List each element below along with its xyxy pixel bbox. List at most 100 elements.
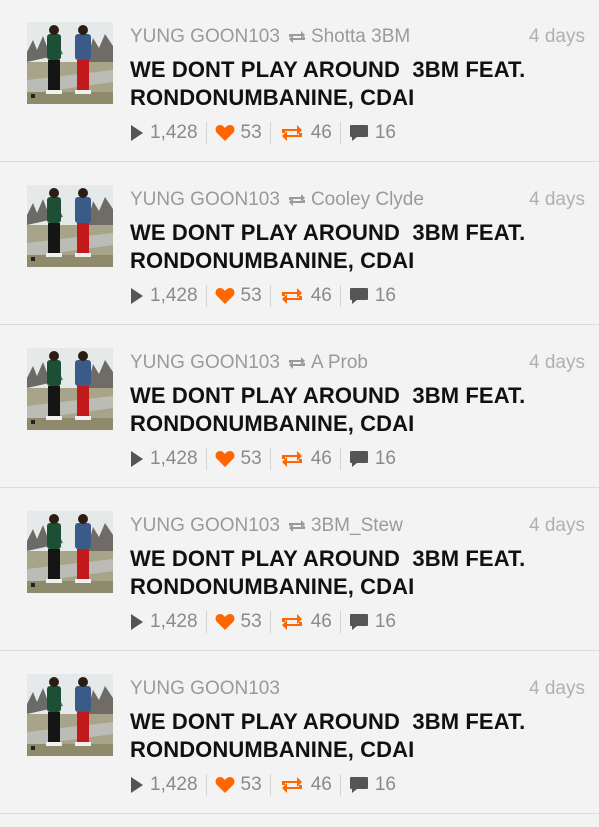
divider <box>269 285 271 307</box>
repost-icon <box>286 518 308 540</box>
divider <box>205 774 207 796</box>
repost-icon <box>279 612 305 632</box>
track-stats: 1,428 53 46 16 <box>130 121 396 145</box>
plays-count: 1,428 <box>150 285 198 306</box>
reposts-count: 46 <box>310 285 332 306</box>
track-artwork[interactable] <box>27 674 113 756</box>
repost-icon <box>279 286 305 306</box>
reposter-name[interactable]: A Prob <box>311 352 368 373</box>
plays-count: 1,428 <box>150 448 198 469</box>
post-time: 4 days <box>529 189 585 210</box>
likes-count: 53 <box>240 122 262 143</box>
track-title[interactable]: WE DONT PLAY AROUND 3BM FEAT. RONDONUMBA… <box>130 382 580 438</box>
track-title[interactable]: WE DONT PLAY AROUND 3BM FEAT. RONDONUMBA… <box>130 708 580 764</box>
divider <box>205 611 207 633</box>
track-title[interactable]: WE DONT PLAY AROUND 3BM FEAT. RONDONUMBA… <box>130 56 580 112</box>
reposts-stat[interactable]: 46 <box>279 122 332 144</box>
divider <box>339 448 341 470</box>
track-artwork[interactable] <box>27 185 113 267</box>
heart-icon <box>215 613 235 631</box>
track-artwork[interactable] <box>27 348 113 430</box>
likes-stat[interactable]: 53 <box>215 774 262 796</box>
uploader-name[interactable]: YUNG GOON103 <box>130 26 280 47</box>
comments-stat[interactable]: 16 <box>349 122 396 144</box>
comments-count: 16 <box>374 285 396 306</box>
comment-icon <box>349 124 369 142</box>
comments-count: 16 <box>374 774 396 795</box>
track-artwork[interactable] <box>27 511 113 593</box>
likes-stat[interactable]: 53 <box>215 448 262 470</box>
repost-icon <box>279 123 305 143</box>
divider <box>339 774 341 796</box>
track-meta: YUNG GOON103 Cooley Clyde 4 days <box>130 189 585 215</box>
feed-item[interactable]: YUNG GOON103 Cooley Clyde 4 days WE DONT PL… <box>0 163 599 325</box>
track-meta: YUNG GOON103 4 days <box>130 678 585 704</box>
track-title[interactable]: WE DONT PLAY AROUND 3BM FEAT. RONDONUMBA… <box>130 219 580 275</box>
reposts-stat[interactable]: 46 <box>279 774 332 796</box>
uploader-name[interactable]: YUNG GOON103 <box>130 515 280 536</box>
comment-icon <box>349 287 369 305</box>
post-time: 4 days <box>529 515 585 536</box>
divider <box>269 122 271 144</box>
track-meta: YUNG GOON103 Shotta 3BM 4 days <box>130 26 585 52</box>
comments-stat[interactable]: 16 <box>349 774 396 796</box>
divider <box>269 611 271 633</box>
comments-stat[interactable]: 16 <box>349 448 396 470</box>
track-meta: YUNG GOON103 A Prob 4 days <box>130 352 585 378</box>
track-artwork[interactable] <box>27 22 113 104</box>
reposts-stat[interactable]: 46 <box>279 285 332 307</box>
divider <box>205 122 207 144</box>
track-stats: 1,428 53 46 16 <box>130 610 396 634</box>
reposter-name[interactable]: Shotta 3BM <box>311 26 410 47</box>
play-icon <box>130 613 144 631</box>
feed-item[interactable]: YUNG GOON103 3BM_Stew 4 days WE DONT PLAY A… <box>0 489 599 651</box>
heart-icon <box>215 287 235 305</box>
comments-stat[interactable]: 16 <box>349 611 396 633</box>
heart-icon <box>215 776 235 794</box>
plays-count: 1,428 <box>150 611 198 632</box>
likes-count: 53 <box>240 448 262 469</box>
repost-icon <box>279 449 305 469</box>
post-time: 4 days <box>529 26 585 47</box>
divider <box>269 774 271 796</box>
likes-count: 53 <box>240 774 262 795</box>
feed-item[interactable]: YUNG GOON103 4 days WE DONT PLAY AROUND 3B… <box>0 652 599 814</box>
divider <box>339 122 341 144</box>
plays-stat: 1,428 <box>130 774 198 796</box>
reposts-stat[interactable]: 46 <box>279 448 332 470</box>
likes-count: 53 <box>240 285 262 306</box>
plays-count: 1,428 <box>150 774 198 795</box>
reposts-count: 46 <box>310 122 332 143</box>
comment-icon <box>349 450 369 468</box>
comments-stat[interactable]: 16 <box>349 285 396 307</box>
uploader-name[interactable]: YUNG GOON103 <box>130 352 280 373</box>
track-title[interactable]: WE DONT PLAY AROUND 3BM FEAT. RONDONUMBA… <box>130 545 580 601</box>
post-time: 4 days <box>529 352 585 373</box>
divider <box>205 448 207 470</box>
likes-stat[interactable]: 53 <box>215 122 262 144</box>
plays-stat: 1,428 <box>130 611 198 633</box>
play-icon <box>130 450 144 468</box>
likes-stat[interactable]: 53 <box>215 285 262 307</box>
uploader-name[interactable]: YUNG GOON103 <box>130 189 280 210</box>
comment-icon <box>349 776 369 794</box>
play-icon <box>130 124 144 142</box>
track-stats: 1,428 53 46 16 <box>130 447 396 471</box>
reposter-name[interactable]: 3BM_Stew <box>311 515 403 536</box>
uploader-name[interactable]: YUNG GOON103 <box>130 678 280 699</box>
likes-stat[interactable]: 53 <box>215 611 262 633</box>
feed-item[interactable]: YUNG GOON103 Shotta 3BM 4 days WE DONT PLAY… <box>0 0 599 162</box>
reposts-stat[interactable]: 46 <box>279 611 332 633</box>
track-meta: YUNG GOON103 3BM_Stew 4 days <box>130 515 585 541</box>
post-time: 4 days <box>529 678 585 699</box>
plays-stat: 1,428 <box>130 122 198 144</box>
play-icon <box>130 776 144 794</box>
play-icon <box>130 287 144 305</box>
reposter-name[interactable]: Cooley Clyde <box>311 189 424 210</box>
reposts-count: 46 <box>310 611 332 632</box>
plays-count: 1,428 <box>150 122 198 143</box>
repost-icon <box>286 192 308 214</box>
comments-count: 16 <box>374 448 396 469</box>
repost-icon <box>279 775 305 795</box>
feed-item[interactable]: YUNG GOON103 A Prob 4 days WE DONT PLAY ARO… <box>0 326 599 488</box>
